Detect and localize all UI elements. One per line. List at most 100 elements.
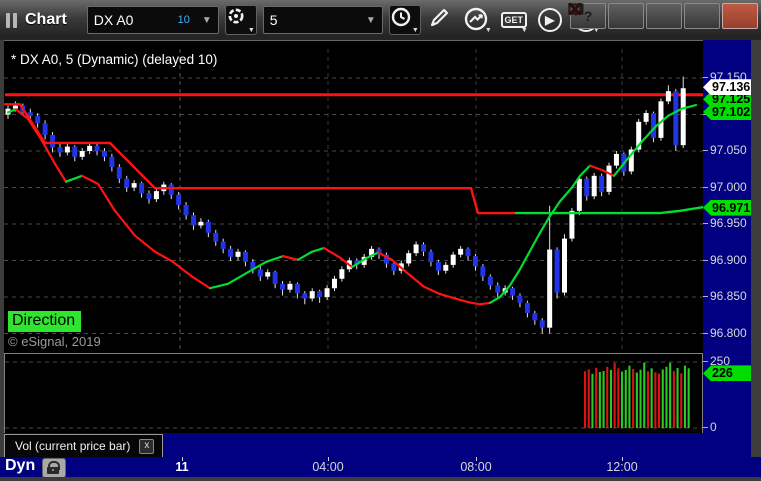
close-button[interactable]	[568, 3, 758, 29]
volume-bar	[624, 369, 627, 428]
volume-bar	[595, 367, 598, 428]
candle-body	[64, 146, 70, 153]
candle-body	[191, 215, 196, 226]
chevron-down-icon: ▼	[484, 27, 492, 34]
candle-body	[428, 251, 434, 262]
volume-indicator-tab[interactable]: Vol (current price bar) x	[4, 434, 164, 457]
close-icon	[568, 3, 582, 15]
chevron-down-icon: ▼	[411, 27, 419, 34]
window-bottom-border	[0, 477, 761, 481]
axis-tick-label: 96.900	[710, 252, 747, 267]
symbol-dropdown[interactable]: DX A0 10 ▼	[86, 6, 219, 34]
candle-body	[569, 210, 575, 239]
volume-bar	[646, 371, 649, 428]
volume-bar	[632, 368, 635, 428]
candle-body	[324, 288, 330, 297]
volume-bar	[683, 365, 686, 428]
minimize-button[interactable]	[569, 3, 682, 29]
candle-body	[228, 248, 234, 257]
clock-icon	[391, 7, 410, 27]
candlestick-chart[interactable]	[4, 41, 703, 353]
volume-bar	[687, 368, 690, 428]
pencil-icon	[430, 8, 448, 27]
candle-body	[606, 165, 612, 192]
axis-tick-mark	[703, 296, 708, 297]
symbol-value: DX A0	[93, 12, 134, 28]
candle-body	[235, 251, 241, 257]
volume-bar	[639, 369, 642, 428]
volume-bar	[658, 373, 661, 428]
candle-body	[265, 272, 271, 277]
candle-body	[539, 320, 545, 328]
volume-chart-area[interactable]	[4, 353, 703, 434]
candle-body	[168, 184, 174, 195]
volume-bar	[587, 369, 590, 428]
window-right-border	[751, 40, 761, 477]
candle-body	[50, 134, 56, 148]
time-axis[interactable]: Dyn 11 04:00 08:00 12:00	[0, 457, 761, 478]
volume-bar	[661, 369, 664, 428]
draw-button[interactable]	[427, 6, 457, 34]
line-tools-button[interactable]: ▼	[463, 6, 493, 34]
volume-bar	[584, 371, 587, 428]
axis-tick-mark	[703, 427, 708, 428]
candle-body	[413, 244, 419, 254]
maximize-button[interactable]	[568, 3, 720, 29]
volume-bar	[635, 372, 638, 428]
candle-body	[487, 276, 493, 286]
chart-series-label: * DX A0, 5 (Dynamic) (delayed 10)	[11, 52, 218, 67]
candle-body	[294, 283, 300, 294]
candle-body	[576, 178, 582, 211]
candle-body	[94, 145, 100, 151]
axis-tick-mark	[703, 361, 708, 362]
price-chart-area[interactable]: * DX A0, 5 (Dynamic) (delayed 10) Direct…	[4, 40, 703, 353]
candle-body	[280, 283, 286, 290]
price-badge: 97.102	[703, 104, 751, 121]
candle-body	[198, 221, 204, 226]
volume-bar	[602, 370, 605, 428]
candle-body	[79, 151, 85, 157]
candle-body	[101, 151, 107, 157]
volume-tab-label: Vol (current price bar)	[15, 439, 131, 453]
candle-body	[591, 175, 597, 197]
candle-body	[272, 272, 278, 284]
candle-body	[87, 145, 93, 151]
volume-bar	[609, 369, 612, 428]
volume-bar	[669, 362, 672, 428]
candle-body	[517, 295, 523, 303]
green-indicator-line	[64, 174, 84, 183]
volume-bar	[606, 366, 609, 428]
candle-body	[302, 293, 308, 299]
axis-tick-label: 96.950	[710, 216, 747, 230]
axis-tick-mark	[703, 223, 708, 224]
price-axis[interactable]: 97.15097.10097.05097.00096.95096.90096.8…	[703, 40, 751, 457]
axis-tick-label: 96.850	[710, 289, 747, 303]
close-tab-icon[interactable]: x	[139, 438, 155, 454]
candle-body	[176, 194, 182, 206]
green-indicator-line	[514, 206, 703, 215]
candle-body	[35, 115, 41, 124]
title-bar[interactable]: Chart DX A0 10 ▼ ▼ 5 ▼ ▼ ▼ GET ▼ ▶ ▼ ?	[0, 0, 761, 40]
candle-body	[665, 91, 671, 102]
volume-bar	[650, 368, 653, 428]
red-indicator-line	[281, 255, 300, 261]
candle-body	[183, 205, 189, 216]
candle-body	[139, 183, 145, 194]
candle-body	[116, 167, 122, 179]
candle-body	[220, 241, 226, 249]
lock-button[interactable]	[42, 458, 66, 478]
dock-button[interactable]	[568, 3, 644, 29]
get-data-button[interactable]: GET ▼	[499, 6, 529, 34]
time-template-button[interactable]: ▼	[388, 5, 421, 35]
interval-dropdown[interactable]: 5 ▼	[262, 6, 383, 34]
candle-body	[109, 156, 115, 168]
candle-body	[72, 146, 78, 157]
play-button[interactable]: ▶	[535, 6, 565, 34]
candle-body	[331, 278, 337, 289]
chevron-down-icon: ▼	[201, 14, 212, 26]
green-indicator-line	[296, 246, 326, 261]
volume-bar	[676, 368, 679, 428]
gear-button[interactable]: ▼	[224, 5, 257, 35]
axis-tick-mark	[703, 332, 708, 334]
volume-bar	[665, 366, 668, 428]
